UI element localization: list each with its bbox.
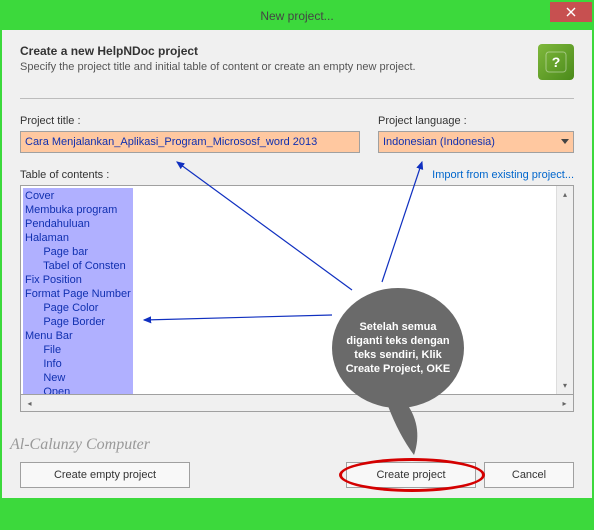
dialog-content: Create a new HelpNDoc project Specify th…	[2, 30, 592, 498]
horizontal-scrollbar[interactable]: ◂ ▸	[20, 395, 574, 412]
toc-textarea[interactable]: CoverMembuka programPendahuluanHalaman P…	[20, 185, 574, 395]
scroll-track-h[interactable]	[38, 395, 556, 411]
scroll-left-icon[interactable]: ◂	[21, 395, 38, 411]
create-empty-project-button[interactable]: Create empty project	[20, 462, 190, 488]
close-button[interactable]	[550, 2, 592, 22]
project-title-label: Project title :	[20, 115, 360, 127]
scroll-track[interactable]	[557, 203, 573, 377]
toc-item: Page Color	[25, 301, 131, 315]
toc-item: Format Page Number	[25, 287, 131, 301]
watermark-text: Al-Calunzy Computer	[10, 436, 150, 454]
scroll-up-icon[interactable]: ▴	[557, 186, 573, 203]
toc-item: Pendahuluan	[25, 217, 131, 231]
button-row: Create empty project Create project Canc…	[20, 462, 574, 488]
toc-item: Open	[25, 385, 131, 394]
project-language-label: Project language :	[378, 115, 574, 127]
svg-text:?: ?	[552, 54, 561, 70]
app-icon: ?	[538, 44, 574, 80]
toc-item: Halaman	[25, 231, 131, 245]
toc-header: Table of contents : Import from existing…	[20, 169, 574, 181]
scroll-right-icon[interactable]: ▸	[556, 395, 573, 411]
window-title: New project...	[260, 9, 333, 23]
import-link[interactable]: Import from existing project...	[432, 169, 574, 181]
toc-item: Cover	[25, 189, 131, 203]
scroll-down-icon[interactable]: ▾	[557, 377, 573, 394]
toc-item: Membuka program	[25, 203, 131, 217]
header-title: Create a new HelpNDoc project	[20, 44, 528, 58]
toc-item: Menu Bar	[25, 329, 131, 343]
toc-item: Tabel of Consten	[25, 259, 131, 273]
toc-item: Page Border	[25, 315, 131, 329]
form-row: Project title : Project language : Indon…	[20, 115, 574, 153]
toc-item: New	[25, 371, 131, 385]
toc-selection: CoverMembuka programPendahuluanHalaman P…	[23, 188, 133, 394]
toc-item: Info	[25, 357, 131, 371]
toc-label: Table of contents :	[20, 169, 109, 181]
header-subtitle: Specify the project title and initial ta…	[20, 61, 528, 73]
project-language-value: Indonesian (Indonesia)	[383, 136, 495, 148]
toc-item: Fix Position	[25, 273, 131, 287]
project-language-select[interactable]: Indonesian (Indonesia)	[378, 131, 574, 153]
project-title-input[interactable]	[20, 131, 360, 153]
toc-item: File	[25, 343, 131, 357]
titlebar: New project...	[2, 2, 592, 30]
annotation-bubble: Setelah semua diganti teks dengan teks s…	[332, 288, 464, 408]
header: Create a new HelpNDoc project Specify th…	[20, 44, 574, 80]
cancel-button[interactable]: Cancel	[484, 462, 574, 488]
divider	[20, 98, 574, 99]
vertical-scrollbar[interactable]: ▴ ▾	[556, 186, 573, 394]
toc-item: Page bar	[25, 245, 131, 259]
chevron-down-icon	[561, 136, 569, 148]
close-icon	[566, 7, 576, 17]
